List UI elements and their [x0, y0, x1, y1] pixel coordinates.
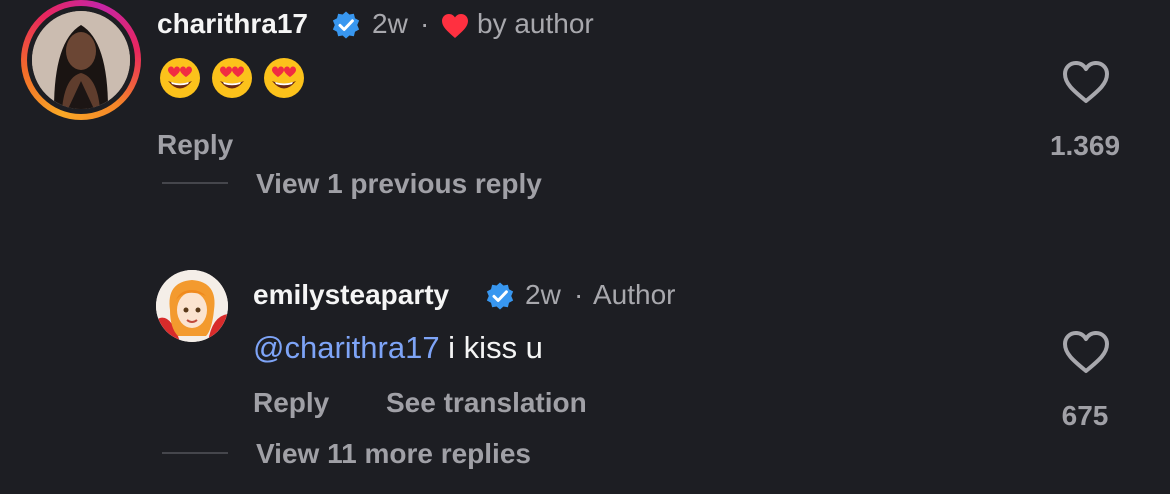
like-heart-icon[interactable]	[1062, 60, 1110, 104]
mention-link[interactable]: @charithra17	[253, 330, 440, 365]
reply-button[interactable]: Reply	[157, 129, 233, 161]
reply-button[interactable]: Reply	[253, 387, 329, 419]
comment-username[interactable]: emilysteaparty	[253, 279, 449, 311]
view-more-replies-button[interactable]: View 11 more replies	[256, 438, 531, 470]
liked-by-author-label: by author	[477, 8, 594, 39]
comment-time: 2w	[525, 279, 561, 310]
avatar-emilysteaparty[interactable]	[156, 270, 228, 342]
like-count: 675	[1061, 400, 1109, 431]
thread-line	[162, 452, 228, 454]
like-count: 1.369	[1049, 130, 1121, 161]
heart-eyes-emoji	[158, 56, 202, 100]
meta-separator: ·	[574, 279, 584, 310]
avatar-charithra17[interactable]	[32, 11, 130, 109]
comment-time: 2w	[372, 8, 408, 39]
thread-line	[162, 182, 228, 184]
author-label: Author	[593, 279, 676, 310]
heart-eyes-emoji	[210, 56, 254, 100]
verified-badge-icon	[331, 10, 361, 40]
comment-username[interactable]: charithra17	[157, 8, 308, 40]
comment-text: @charithra17 i kiss u	[253, 330, 543, 366]
heart-eyes-emoji	[262, 56, 306, 100]
view-previous-reply-button[interactable]: View 1 previous reply	[256, 168, 542, 200]
verified-badge-icon	[485, 281, 515, 311]
comment-body: i kiss u	[439, 330, 543, 365]
like-heart-icon[interactable]	[1062, 330, 1110, 374]
meta-separator: ·	[420, 8, 430, 39]
comment-emoji-text	[158, 56, 306, 100]
see-translation-button[interactable]: See translation	[386, 387, 587, 419]
red-heart-icon	[441, 13, 469, 39]
